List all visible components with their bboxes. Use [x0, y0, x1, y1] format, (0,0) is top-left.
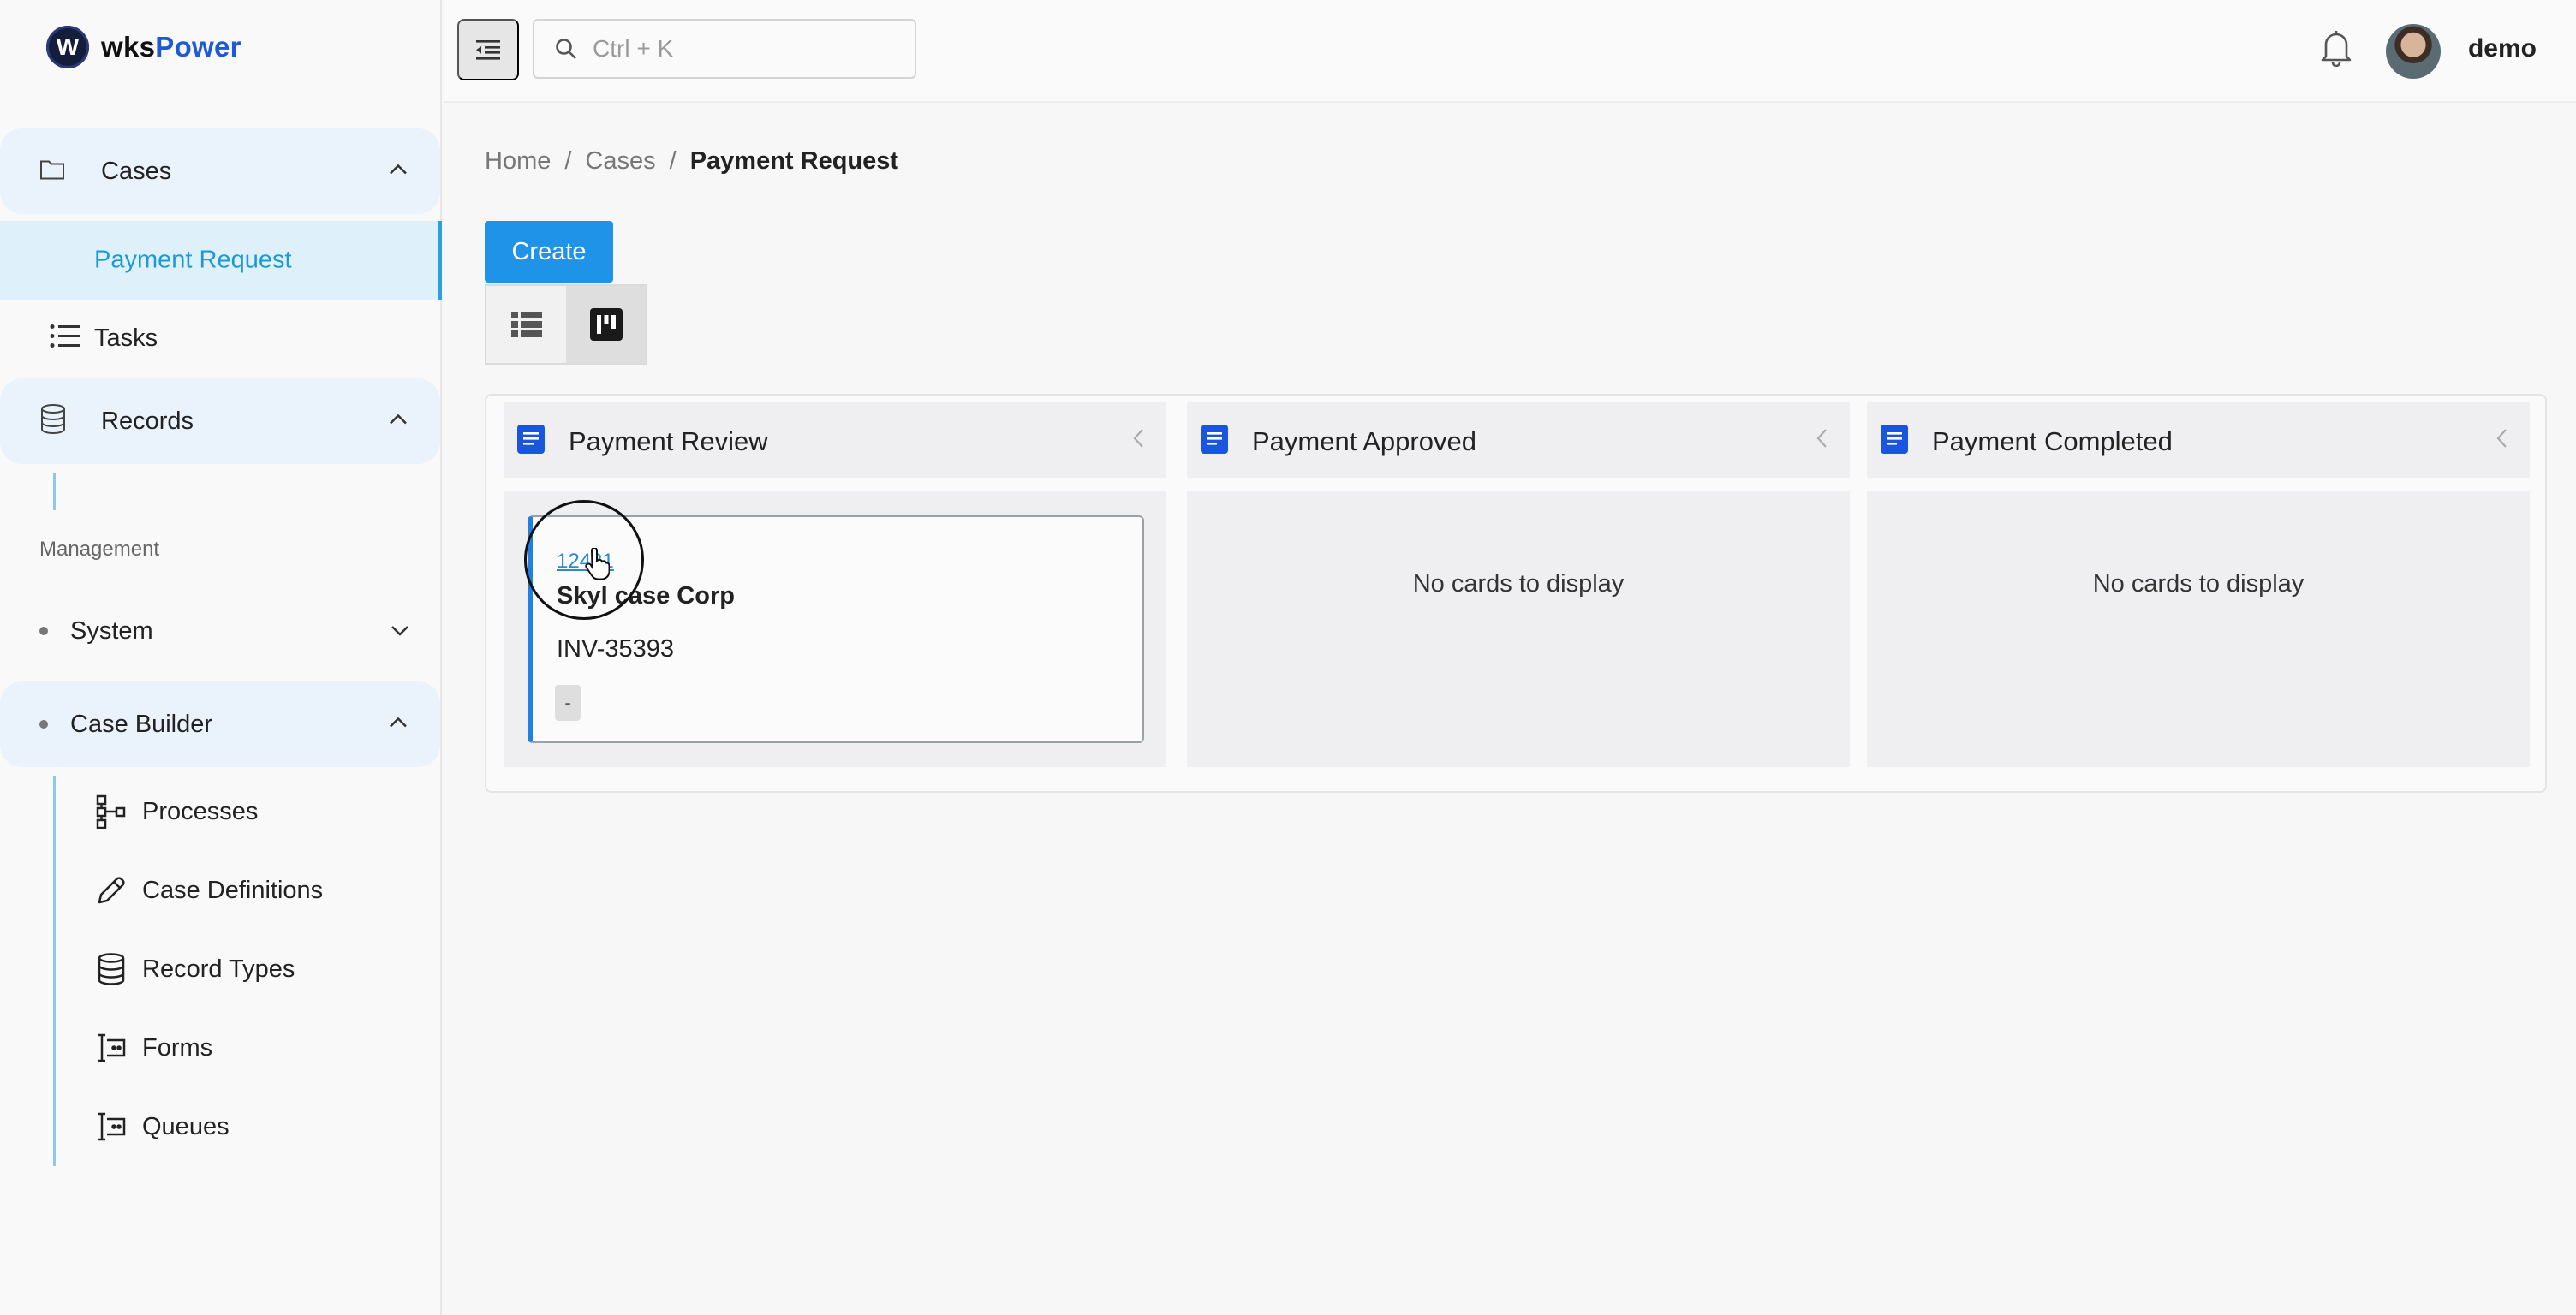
- document-icon: [1201, 425, 1228, 458]
- sidebar-group-case-builder[interactable]: Case Builder: [0, 681, 440, 767]
- sidebar-item-forms[interactable]: Forms: [94, 1014, 420, 1082]
- username[interactable]: demo: [2468, 34, 2537, 63]
- sidebar-group-cases[interactable]: Cases: [0, 128, 440, 214]
- pencil-icon: [94, 873, 128, 907]
- search-input[interactable]: [593, 35, 867, 62]
- sidebar: W wksPower Cases Payment Request Tasks R…: [0, 0, 442, 1315]
- database-icon: [94, 952, 128, 986]
- sidebar-item-tasks[interactable]: Tasks: [0, 300, 442, 377]
- kanban-column-header: Payment Review: [504, 402, 1166, 478]
- sidebar-group-label: Records: [101, 407, 194, 435]
- kanban-column-body: 12431 Skyl case Corp INV-35393 -: [504, 491, 1166, 767]
- breadcrumb-current: Payment Request: [689, 147, 899, 175]
- sidebar-item-label: Forms: [142, 1033, 213, 1062]
- chevron-left-icon[interactable]: [1816, 428, 1828, 453]
- sidebar-item-payment-request[interactable]: Payment Request: [0, 221, 442, 300]
- topbar: demo: [444, 0, 2576, 103]
- invoice-number: INV-35393: [557, 635, 675, 663]
- logo-icon: W: [46, 26, 89, 68]
- sidebar-item-record-types[interactable]: Record Types: [94, 935, 420, 1003]
- case-id-link[interactable]: 12431: [557, 550, 614, 574]
- chevron-up-icon: [389, 414, 408, 430]
- processes-icon: [94, 794, 128, 829]
- case-tag: -: [555, 685, 581, 721]
- breadcrumb-separator: /: [564, 147, 572, 175]
- search-box[interactable]: [533, 19, 916, 79]
- column-title: Payment Completed: [1932, 426, 2173, 456]
- sidebar-item-case-definitions[interactable]: Case Definitions: [94, 856, 420, 925]
- empty-column-text: No cards to display: [2092, 570, 2305, 598]
- sidebar-group-label: Cases: [101, 157, 172, 185]
- document-icon: [517, 425, 545, 458]
- create-button[interactable]: Create: [485, 221, 613, 283]
- sidebar-item-queues[interactable]: Queues: [94, 1092, 420, 1161]
- chevron-up-icon: [389, 717, 408, 733]
- sidebar-item-label: Tasks: [94, 324, 158, 352]
- sidebar-item-system[interactable]: System: [0, 592, 442, 669]
- brand-name: wksPower: [101, 31, 242, 63]
- brand-name-part2: Power: [155, 31, 242, 62]
- form-icon: [94, 1031, 128, 1065]
- sidebar-item-label: Case Definitions: [142, 876, 324, 904]
- chevron-up-icon: [389, 164, 408, 180]
- brand-name-part1: wks: [101, 31, 156, 62]
- chevron-left-icon[interactable]: [2496, 428, 2507, 453]
- view-toggle: [485, 284, 647, 365]
- case-builder-tree-line: [53, 776, 56, 1166]
- database-icon: [39, 404, 67, 439]
- menu-collapse-icon: [476, 40, 500, 60]
- kanban-column-body: No cards to display: [1187, 491, 1850, 767]
- list-view-icon: [510, 312, 542, 337]
- search-icon: [555, 38, 577, 60]
- list-view-button[interactable]: [486, 286, 566, 363]
- kanban-column-body: No cards to display: [1867, 491, 2530, 767]
- breadcrumb-home[interactable]: Home: [485, 147, 551, 176]
- breadcrumb-separator: /: [669, 147, 677, 175]
- folder-icon: [39, 158, 65, 185]
- sidebar-item-label: Payment Request: [94, 246, 292, 274]
- notification-bell-icon[interactable]: [2319, 27, 2353, 71]
- sidebar-item-label: Record Types: [142, 955, 295, 983]
- case-card[interactable]: 12431 Skyl case Corp INV-35393 -: [528, 515, 1144, 743]
- sidebar-group-records[interactable]: Records: [0, 378, 440, 464]
- breadcrumb-cases[interactable]: Cases: [585, 147, 655, 176]
- brand-logo[interactable]: W wksPower: [46, 26, 242, 68]
- chevron-left-icon[interactable]: [1132, 428, 1144, 453]
- list-icon: [50, 324, 80, 354]
- queue-icon: [94, 1110, 128, 1144]
- sidebar-group-label: Case Builder: [70, 710, 213, 738]
- bullet-icon: [39, 627, 48, 635]
- bullet-icon: [39, 720, 48, 729]
- kanban-view-button[interactable]: [566, 286, 646, 363]
- kanban-column-header: Payment Approved: [1187, 402, 1850, 478]
- sidebar-item-label: Queues: [142, 1112, 230, 1140]
- kanban-column-header: Payment Completed: [1867, 402, 2530, 478]
- kanban-board: Payment Review 12431 Skyl case Corp INV-…: [485, 394, 2547, 793]
- section-title-management: Management: [39, 538, 160, 561]
- column-title: Payment Review: [569, 426, 768, 456]
- empty-column-text: No cards to display: [1412, 570, 1625, 598]
- sidebar-toggle-button[interactable]: [457, 19, 519, 80]
- sidebar-item-label: System: [70, 616, 153, 645]
- chevron-down-icon: [391, 625, 409, 641]
- avatar[interactable]: [2386, 24, 2441, 79]
- breadcrumb: Home / Cases / Payment Request: [485, 147, 898, 176]
- sidebar-item-label: Processes: [142, 797, 259, 825]
- sidebar-item-processes[interactable]: Processes: [94, 777, 420, 846]
- case-name: Skyl case Corp: [557, 582, 735, 610]
- column-title: Payment Approved: [1252, 426, 1476, 456]
- document-icon: [1881, 425, 1908, 458]
- records-tree-line: [53, 473, 56, 510]
- kanban-view-icon: [589, 308, 623, 341]
